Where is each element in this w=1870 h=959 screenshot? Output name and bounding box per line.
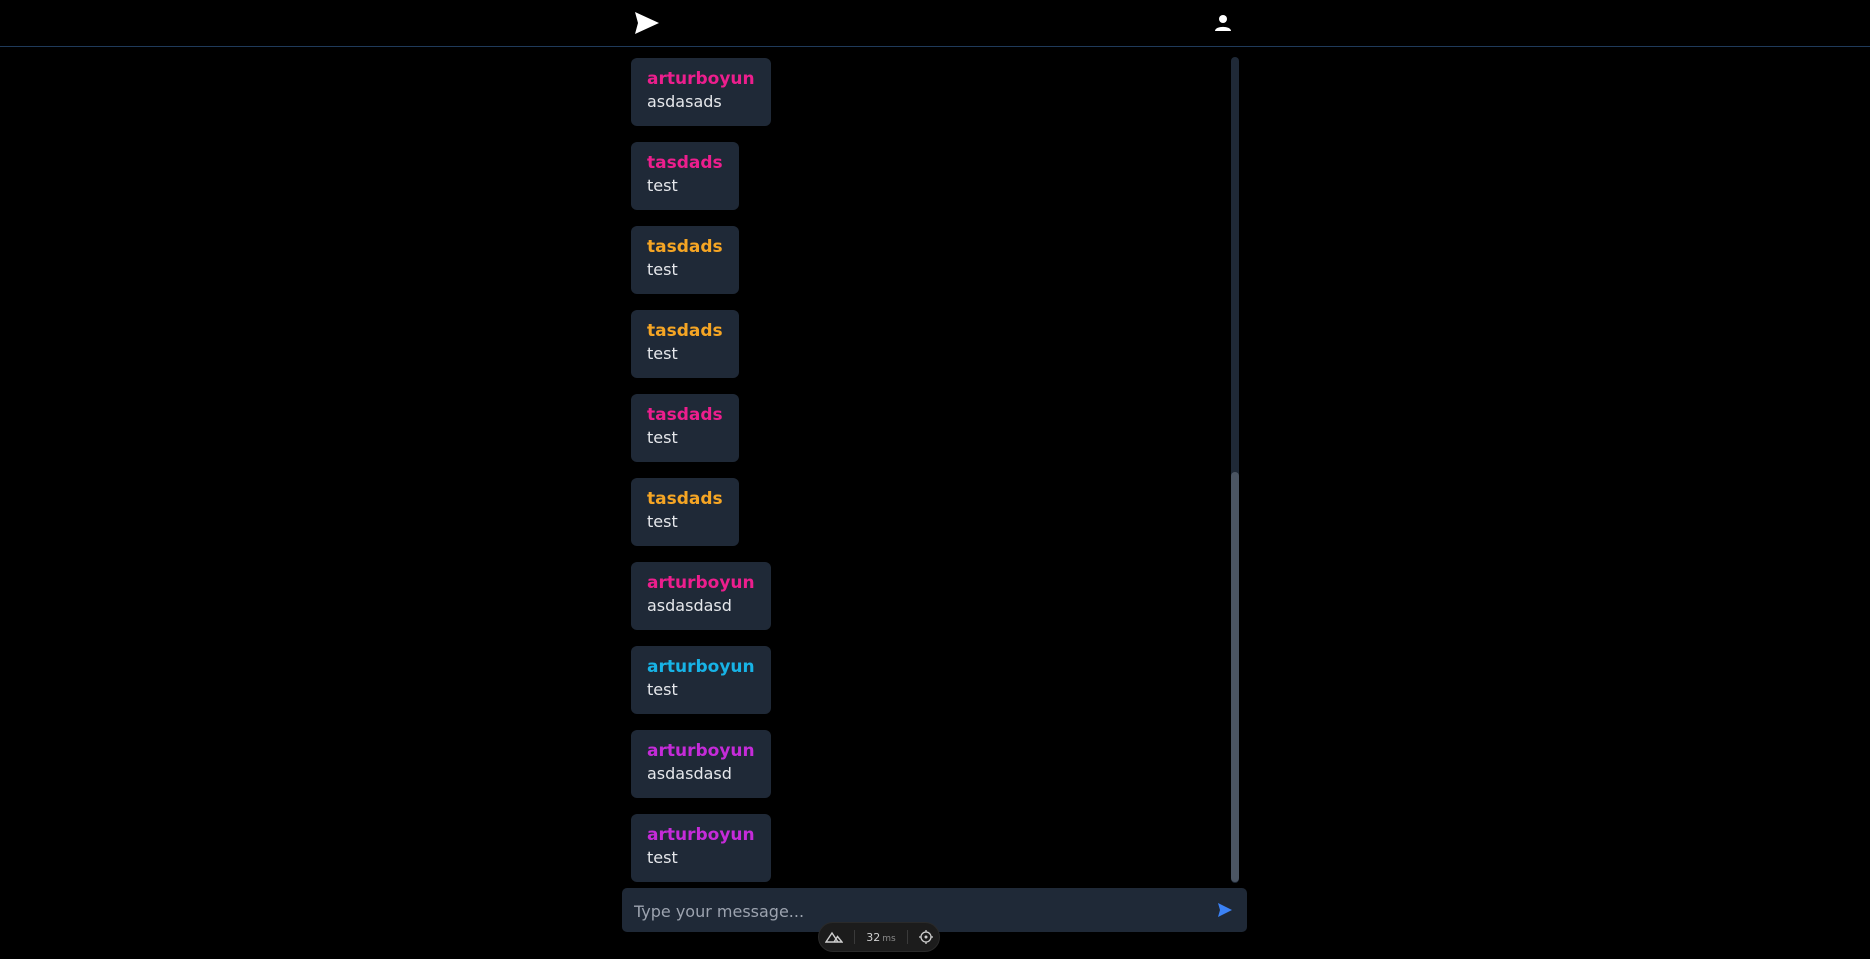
message-list: arturboyun asdasads tasdads test tasdads test…	[622, 56, 1240, 884]
message-author: tasdads	[647, 153, 723, 173]
message-text: test	[647, 344, 678, 363]
message-author: arturboyun	[647, 573, 755, 593]
message-text: asdasads	[647, 92, 722, 111]
nuxt-icon[interactable]	[824, 931, 843, 943]
send-icon[interactable]	[1216, 901, 1234, 919]
chat-message: arturboyun asdasdasd	[631, 730, 771, 798]
message-text: test	[647, 512, 678, 531]
top-navbar	[0, 0, 1870, 47]
message-author: tasdads	[647, 321, 723, 341]
paper-plane-icon[interactable]	[634, 11, 660, 35]
message-text: test	[647, 260, 678, 279]
chat-message: arturboyun asdasads	[631, 58, 771, 126]
devtools-bar: 32 ms	[818, 922, 940, 952]
message-author: tasdads	[647, 489, 723, 509]
chat-message: tasdads test	[631, 310, 739, 378]
chat-message: tasdads test	[631, 142, 739, 210]
chat-message: tasdads test	[631, 226, 739, 294]
render-time: 32 ms	[866, 931, 895, 944]
message-author: arturboyun	[647, 741, 755, 761]
message-author: tasdads	[647, 237, 723, 257]
message-text: test	[647, 428, 678, 447]
chat-message: arturboyun test	[631, 646, 771, 714]
divider	[907, 930, 908, 944]
message-text: test	[647, 848, 678, 867]
message-text: asdasdasd	[647, 596, 732, 615]
chat-message: arturboyun asdasdasd	[631, 562, 771, 630]
crosshair-icon[interactable]	[919, 930, 934, 944]
message-text: test	[647, 176, 678, 195]
render-time-unit: ms	[882, 933, 896, 944]
message-author: tasdads	[647, 405, 723, 425]
scrollbar-thumb[interactable]	[1231, 472, 1239, 882]
message-text: asdasdasd	[647, 764, 732, 783]
chat-message: arturboyun test	[631, 814, 771, 882]
render-time-value: 32	[866, 930, 881, 944]
message-author: arturboyun	[647, 657, 755, 677]
chat-message: tasdads test	[631, 394, 739, 462]
message-author: arturboyun	[647, 69, 755, 89]
chat-message: tasdads test	[631, 478, 739, 546]
user-icon[interactable]	[1212, 12, 1234, 34]
message-author: arturboyun	[647, 825, 755, 845]
message-text: test	[647, 680, 678, 699]
divider	[853, 930, 855, 944]
